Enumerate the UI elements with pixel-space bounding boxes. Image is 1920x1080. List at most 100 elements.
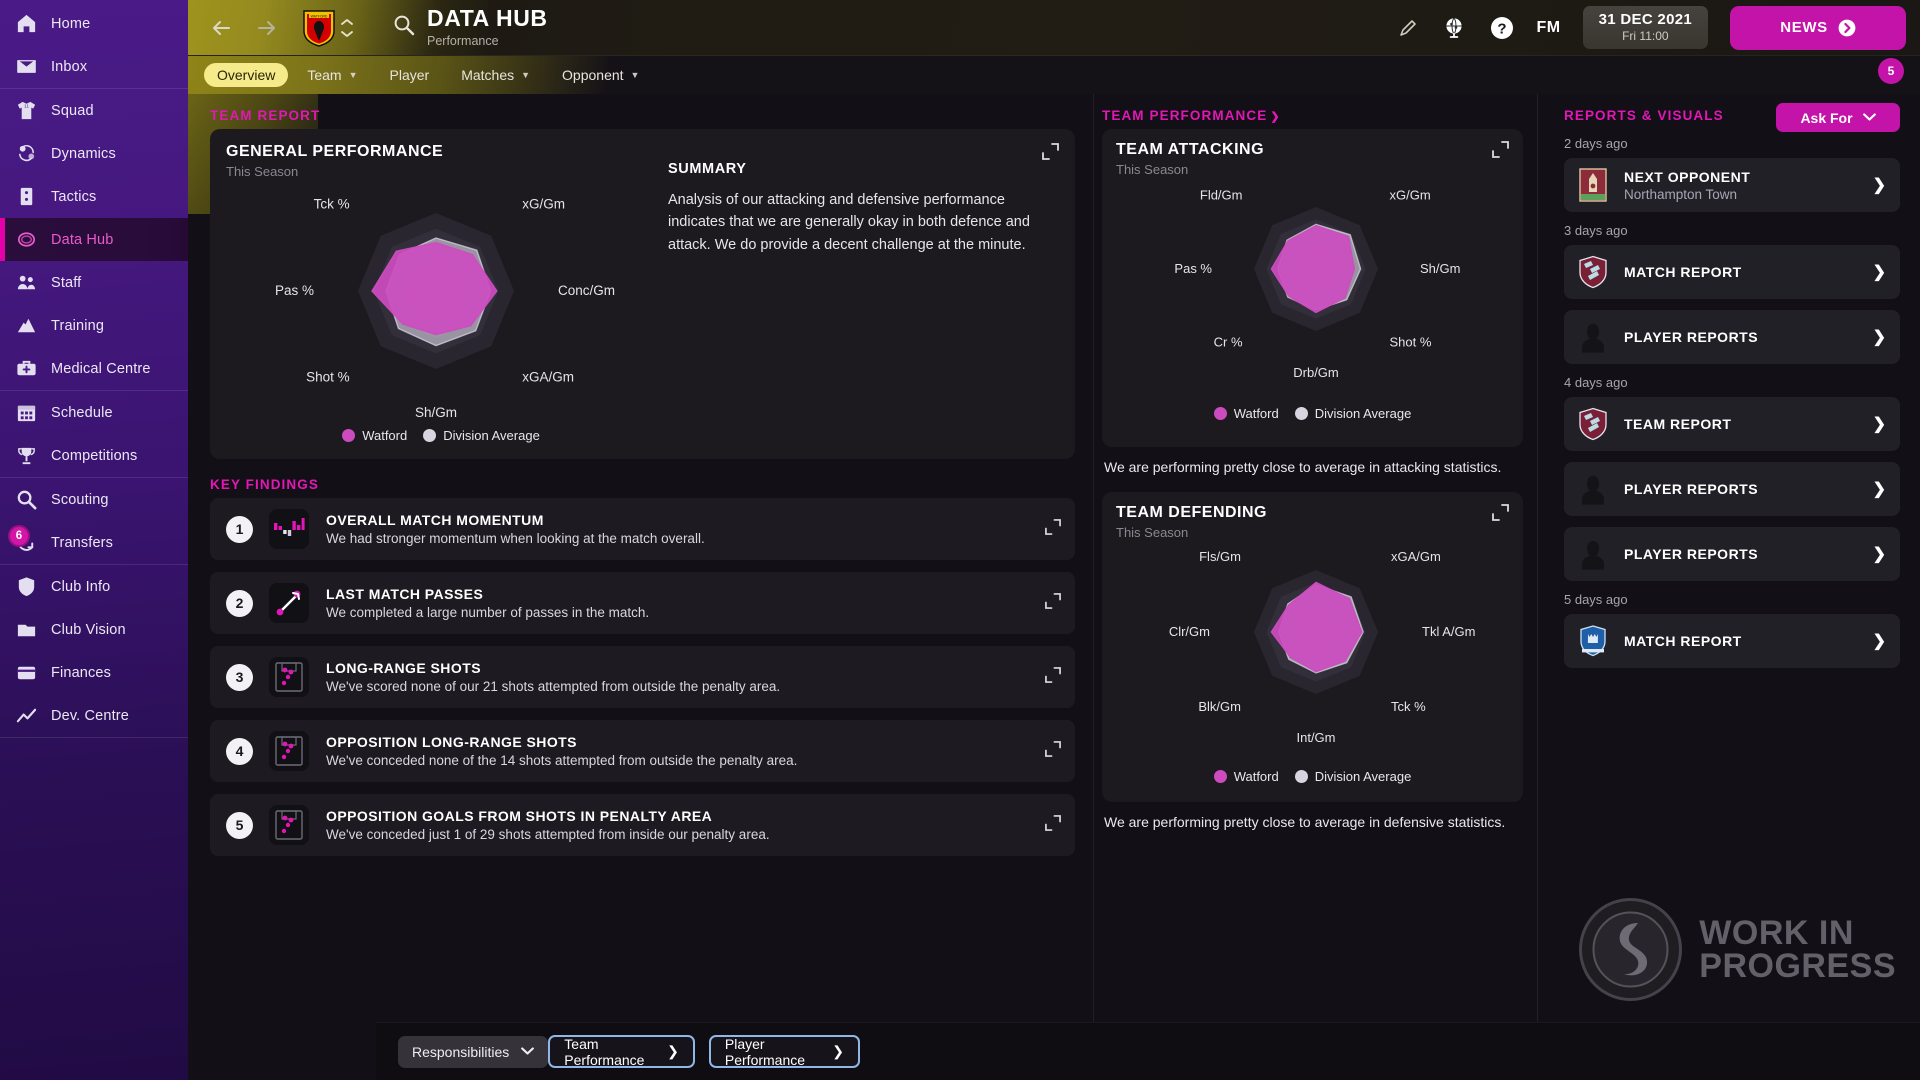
pencil-icon[interactable]	[1397, 17, 1419, 39]
data-hub-icon	[14, 228, 38, 252]
report-item[interactable]: PLAYER REPORTS ❯	[1564, 310, 1900, 364]
sidebar-item-transfers[interactable]: 6Transfers	[0, 521, 188, 564]
team-attacking-note: We are performing pretty close to averag…	[1102, 447, 1523, 492]
chevron-down-icon	[1863, 113, 1876, 122]
key-finding-row[interactable]: 2 LAST MATCH PASSESWe completed a large …	[210, 572, 1075, 634]
report-item[interactable]: TEAM REPORT❯	[1564, 397, 1900, 451]
chevron-right-icon[interactable]: ❯	[1873, 414, 1886, 434]
svg-text:xGA/Gm: xGA/Gm	[1391, 549, 1441, 564]
report-item[interactable]: PLAYER REPORTS❯	[1564, 462, 1900, 516]
vision-icon	[14, 618, 38, 642]
report-item[interactable]: NEXT OPPONENTNorthampton Town ❯	[1564, 158, 1900, 212]
chevron-right-icon[interactable]: ❯	[1873, 479, 1886, 499]
key-finding-text: LAST MATCH PASSESWe completed a large nu…	[326, 586, 649, 620]
sidebar-item-schedule[interactable]: Schedule	[0, 391, 188, 434]
tab-matches[interactable]: Matches▼	[448, 63, 543, 87]
expand-icon[interactable]	[1045, 815, 1061, 836]
tab-team[interactable]: Team▼	[294, 63, 370, 87]
sidebar-item-staff[interactable]: Staff	[0, 261, 188, 304]
forward-button[interactable]	[252, 13, 282, 43]
sub-nav-tabs: Overview Team▼ PlayerMatches▼Opponent▼	[188, 56, 1920, 94]
expand-icon[interactable]	[1492, 504, 1509, 526]
sidebar-item-finances[interactable]: Finances	[0, 651, 188, 694]
sidebar-item-tactics[interactable]: Tactics	[0, 175, 188, 218]
team-performance-label[interactable]: TEAM PERFORMANCE	[1102, 94, 1523, 129]
search-icon[interactable]	[393, 14, 415, 41]
sidebar-item-label: Dynamics	[51, 146, 116, 162]
key-finding-row[interactable]: 5 OPPOSITION GOALS FROM SHOTS IN PENALTY…	[210, 794, 1075, 856]
sidebar-item-home[interactable]: Home	[0, 2, 188, 45]
sidebar-item-squad[interactable]: 11Squad	[0, 89, 188, 132]
calendar-icon	[14, 401, 38, 425]
key-finding-text: OPPOSITION LONG-RANGE SHOTSWe've concede…	[326, 734, 797, 768]
svg-text:Sh/Gm: Sh/Gm	[1420, 261, 1460, 276]
shield-icon	[14, 575, 38, 599]
expand-icon[interactable]	[1045, 741, 1061, 762]
report-item[interactable]: MATCH REPORT❯	[1564, 245, 1900, 299]
report-item-text: PLAYER REPORTS	[1624, 329, 1758, 345]
svg-text:Pas %: Pas %	[275, 283, 314, 298]
chevron-right-icon[interactable]: ❯	[1873, 175, 1886, 195]
legend-entry: Division Average	[1295, 406, 1412, 421]
ask-for-button[interactable]: Ask For	[1776, 103, 1900, 132]
medical-icon	[14, 357, 38, 381]
club-crest-selector[interactable]: WATFORD	[302, 9, 353, 47]
chevron-right-icon[interactable]: ❯	[1873, 262, 1886, 282]
svg-text:Tck %: Tck %	[314, 197, 350, 212]
sidebar-item-data-hub[interactable]: Data Hub	[0, 218, 188, 261]
chevron-right-icon[interactable]: ❯	[1873, 544, 1886, 564]
back-button[interactable]	[206, 13, 236, 43]
club-spinner-icon[interactable]	[341, 18, 353, 38]
sidebar-item-dynamics[interactable]: Dynamics	[0, 132, 188, 175]
sidebar-item-medical-centre[interactable]: Medical Centre	[0, 347, 188, 390]
key-finding-row[interactable]: 3 LONG-RANGE SHOTSWe've scored none of o…	[210, 646, 1075, 708]
sidebar-item-club-vision[interactable]: Club Vision	[0, 608, 188, 651]
notification-badge[interactable]: 5	[1878, 58, 1904, 84]
expand-icon[interactable]	[1045, 519, 1061, 540]
expand-icon[interactable]	[1492, 141, 1509, 163]
report-item[interactable]: MATCH REPORT❯	[1564, 614, 1900, 668]
team-attacking-title: TEAM ATTACKING	[1116, 141, 1509, 159]
chevron-right-icon: ❯	[832, 1043, 844, 1060]
tab-opponent[interactable]: Opponent▼	[549, 63, 652, 87]
sidebar-item-competitions[interactable]: Competitions	[0, 434, 188, 477]
report-item-text: NEXT OPPONENTNorthampton Town	[1624, 169, 1750, 202]
tab-label: Matches	[461, 67, 514, 83]
sidebar-item-scouting[interactable]: Scouting	[0, 478, 188, 521]
tab-player[interactable]: Player	[377, 63, 443, 87]
sidebar-item-inbox[interactable]: Inbox	[0, 45, 188, 88]
news-button[interactable]: NEWS	[1730, 6, 1906, 50]
player-performance-button[interactable]: Player Performance ❯	[709, 1035, 860, 1068]
shot-map-icon	[269, 731, 309, 771]
report-item-title: PLAYER REPORTS	[1624, 329, 1758, 345]
tab-overview[interactable]: Overview	[204, 63, 288, 87]
game-time: Fri 11:00	[1599, 29, 1692, 43]
top-header-bar: WATFORD DATA HUB Performa	[188, 0, 1920, 56]
question-mark-icon[interactable]: ?	[1489, 15, 1515, 41]
expand-icon[interactable]	[1045, 593, 1061, 614]
sidebar-item-label: Club Vision	[51, 622, 126, 638]
radar-svg: Gl/GmxG/GmConc/GmxGA/GmSh/GmShot %Pas %T…	[226, 185, 646, 423]
sidebar-item-dev-centre[interactable]: Dev. Centre	[0, 694, 188, 737]
chevron-right-icon[interactable]: ❯	[1873, 327, 1886, 347]
chevron-right-icon[interactable]: ❯	[1873, 631, 1886, 651]
player-silhouette-icon	[1576, 536, 1610, 572]
globe-icon[interactable]	[1441, 15, 1467, 41]
expand-icon[interactable]	[1042, 143, 1059, 165]
game-date-box[interactable]: 31 DEC 2021 Fri 11:00	[1583, 6, 1708, 49]
report-item[interactable]: PLAYER REPORTS❯	[1564, 527, 1900, 581]
key-finding-row[interactable]: 1 OVERALL MATCH MOMENTUMWe had stronger …	[210, 498, 1075, 560]
key-finding-row[interactable]: 4 OPPOSITION LONG-RANGE SHOTSWe've conce…	[210, 720, 1075, 782]
tab-label: Overview	[217, 67, 275, 83]
expand-icon[interactable]	[1045, 667, 1061, 688]
fm-logo[interactable]: FM	[1537, 19, 1561, 37]
sidebar-item-training[interactable]: Training	[0, 304, 188, 347]
responsibilities-button[interactable]: Responsibilities	[398, 1036, 548, 1068]
svg-text:Fld/Gm: Fld/Gm	[1200, 188, 1243, 203]
svg-text:Drb/Gm: Drb/Gm	[1293, 365, 1339, 380]
team-performance-button[interactable]: Team Performance ❯	[548, 1035, 695, 1068]
sidebar-item-club-info[interactable]: Club Info	[0, 565, 188, 608]
sidebar-item-label: Inbox	[51, 59, 87, 75]
watford-crest-icon: WATFORD	[302, 9, 336, 47]
blue-crest-icon	[1576, 623, 1610, 659]
